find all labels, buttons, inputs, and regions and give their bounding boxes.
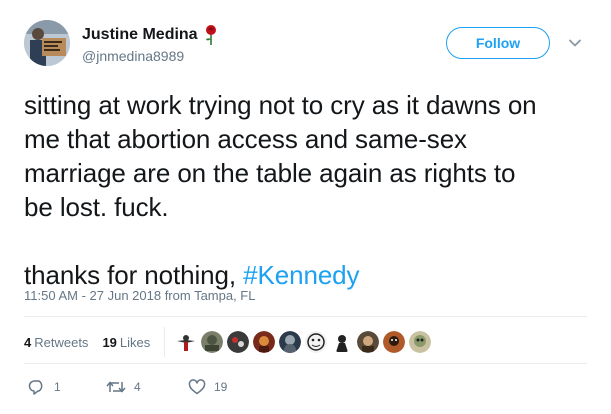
tweet-text-line: sitting at work trying not to cry as it …	[24, 90, 537, 120]
author-display-name[interactable]: Justine Medina	[82, 25, 198, 45]
liker-avatar[interactable]	[331, 331, 354, 353]
liker-avatar[interactable]	[175, 331, 198, 353]
retweet-action[interactable]: 4	[106, 379, 188, 395]
tweet-text-line: marriage are on the table again as right…	[24, 158, 516, 188]
chevron-down-icon[interactable]	[568, 36, 582, 50]
liker-avatar[interactable]	[383, 331, 406, 353]
tweet-text: sitting at work trying not to cry as it …	[24, 88, 584, 292]
liker-avatar[interactable]	[279, 331, 302, 353]
divider	[24, 363, 587, 364]
tweet-timestamp[interactable]: 11:50 AM - 27 Jun 2018 from Tampa, FL	[24, 288, 255, 303]
likes-label: Likes	[119, 334, 151, 350]
liker-avatar[interactable]	[227, 331, 250, 353]
like-action[interactable]: 19	[188, 379, 227, 395]
liker-avatar[interactable]	[253, 331, 276, 353]
likes-count: 19	[102, 334, 117, 350]
retweet-icon	[106, 381, 126, 393]
stats-separator	[164, 327, 166, 357]
liker-avatars	[175, 331, 435, 353]
heart-icon	[188, 379, 206, 395]
tweet-text-line: thanks for nothing, #Kennedy	[24, 258, 584, 292]
tweet-text-line: be lost. fuck.	[24, 192, 169, 222]
hashtag-link[interactable]: #Kennedy	[243, 260, 359, 290]
liker-avatar[interactable]	[305, 331, 328, 353]
reply-icon	[28, 380, 43, 395]
like-count: 19	[214, 380, 228, 394]
reply-count: 1	[54, 380, 61, 394]
reply-action[interactable]: 1	[28, 379, 106, 395]
rose-icon	[205, 25, 216, 45]
retweets-label: Retweets	[34, 334, 89, 350]
likes-stat[interactable]: 19 Likes	[102, 335, 150, 350]
retweet-count: 4	[134, 380, 141, 394]
divider	[24, 316, 587, 317]
follow-button[interactable]: Follow	[446, 27, 550, 59]
tweet-text-prefix: thanks for nothing,	[24, 260, 244, 290]
retweets-count: 4	[24, 334, 32, 350]
tweet-stats: 4 Retweets 19 Likes	[24, 327, 435, 357]
author-handle[interactable]: @jnmedina8989	[82, 47, 184, 65]
liker-avatar[interactable]	[409, 331, 432, 353]
author-name-row: Justine Medina	[82, 24, 218, 46]
author-avatar[interactable]	[24, 20, 70, 66]
liker-avatar[interactable]	[201, 331, 224, 353]
tweet-actions: 1 4 19	[28, 378, 227, 396]
tweet-text-line: me that abortion access and same-sex	[24, 124, 467, 154]
liker-avatar[interactable]	[357, 331, 380, 353]
retweets-stat[interactable]: 4 Retweets	[24, 335, 88, 350]
tweet-card: Justine Medina @jnmedina8989 Follow sitt…	[0, 0, 611, 414]
